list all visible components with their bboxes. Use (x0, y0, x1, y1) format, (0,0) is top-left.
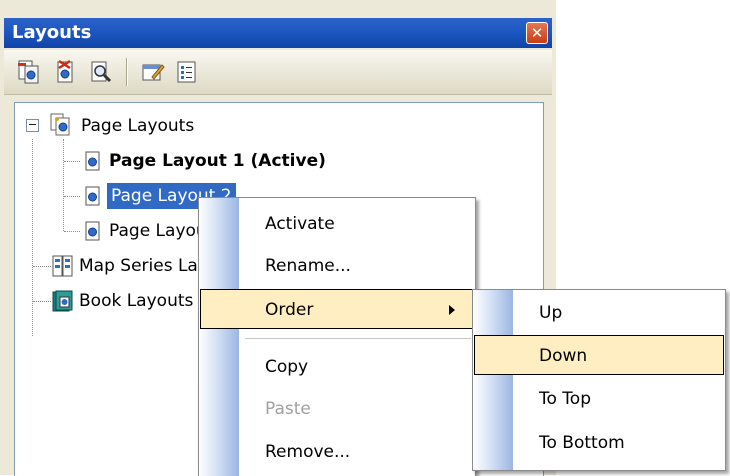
tree-connector (33, 301, 51, 302)
delete-layout-icon[interactable] (52, 59, 78, 85)
page-layout-icon (85, 221, 100, 241)
menu-item-label: Down (539, 346, 588, 366)
tree-connector (33, 266, 51, 267)
tree-connector (32, 139, 33, 336)
new-layout-icon[interactable] (16, 59, 42, 85)
panel-title: Layouts (12, 22, 92, 43)
menu-item-to-bottom[interactable]: To Bottom (474, 423, 724, 463)
menu-item-down[interactable]: Down (474, 335, 724, 375)
toolbar-separator (126, 58, 128, 86)
tree-connector (64, 231, 80, 232)
menu-item-up[interactable]: Up (474, 293, 724, 333)
menu-item-order[interactable]: Order (200, 289, 474, 329)
menu-item-label: Up (539, 303, 563, 323)
tree-connector (64, 161, 80, 162)
menu-item-label: Activate (265, 214, 335, 234)
order-submenu: Up Down To Top To Bottom (472, 289, 726, 471)
tree-connector (63, 139, 64, 231)
tree-item-book-layouts[interactable]: Book Layouts (79, 288, 193, 314)
layouts-toolbar (4, 50, 552, 95)
menu-item-rename[interactable]: Rename... (200, 246, 474, 286)
book-layouts-icon (52, 290, 73, 312)
list-view-icon[interactable] (174, 59, 200, 85)
properties-icon[interactable] (140, 59, 166, 85)
collapse-toggle[interactable]: − (26, 119, 39, 132)
menu-item-activate[interactable]: Activate (200, 204, 474, 244)
preview-layout-icon[interactable] (88, 59, 114, 85)
tree-connector (64, 196, 80, 197)
page-layouts-folder-icon (50, 113, 70, 136)
map-series-icon (52, 255, 73, 277)
menu-item-remove[interactable]: Remove... (200, 432, 474, 472)
menu-item-to-top[interactable]: To Top (474, 379, 724, 419)
tree-item-page-layout-1[interactable]: Page Layout 1 (Active) (109, 148, 326, 174)
menu-item-paste: Paste (200, 389, 474, 429)
menu-separator (245, 338, 471, 339)
menu-item-label: Paste (265, 399, 311, 419)
tree-item-page-layouts[interactable]: Page Layouts (81, 113, 194, 139)
close-icon[interactable]: ✕ (526, 22, 548, 44)
context-menu: Activate Rename... Order Copy Paste Remo… (198, 197, 476, 476)
panel-titlebar[interactable]: Layouts ✕ (4, 18, 552, 48)
menu-item-label: Rename... (265, 256, 351, 276)
menu-item-copy[interactable]: Copy (200, 347, 474, 387)
menu-item-label: Order (265, 300, 314, 320)
menu-item-label: Remove... (265, 442, 351, 462)
submenu-arrow-icon (449, 305, 455, 315)
page-layout-icon (85, 186, 100, 206)
page-layout-icon (85, 151, 100, 171)
menu-item-label: To Top (539, 389, 591, 409)
menu-item-label: Copy (265, 357, 309, 377)
menu-item-label: To Bottom (539, 433, 625, 453)
